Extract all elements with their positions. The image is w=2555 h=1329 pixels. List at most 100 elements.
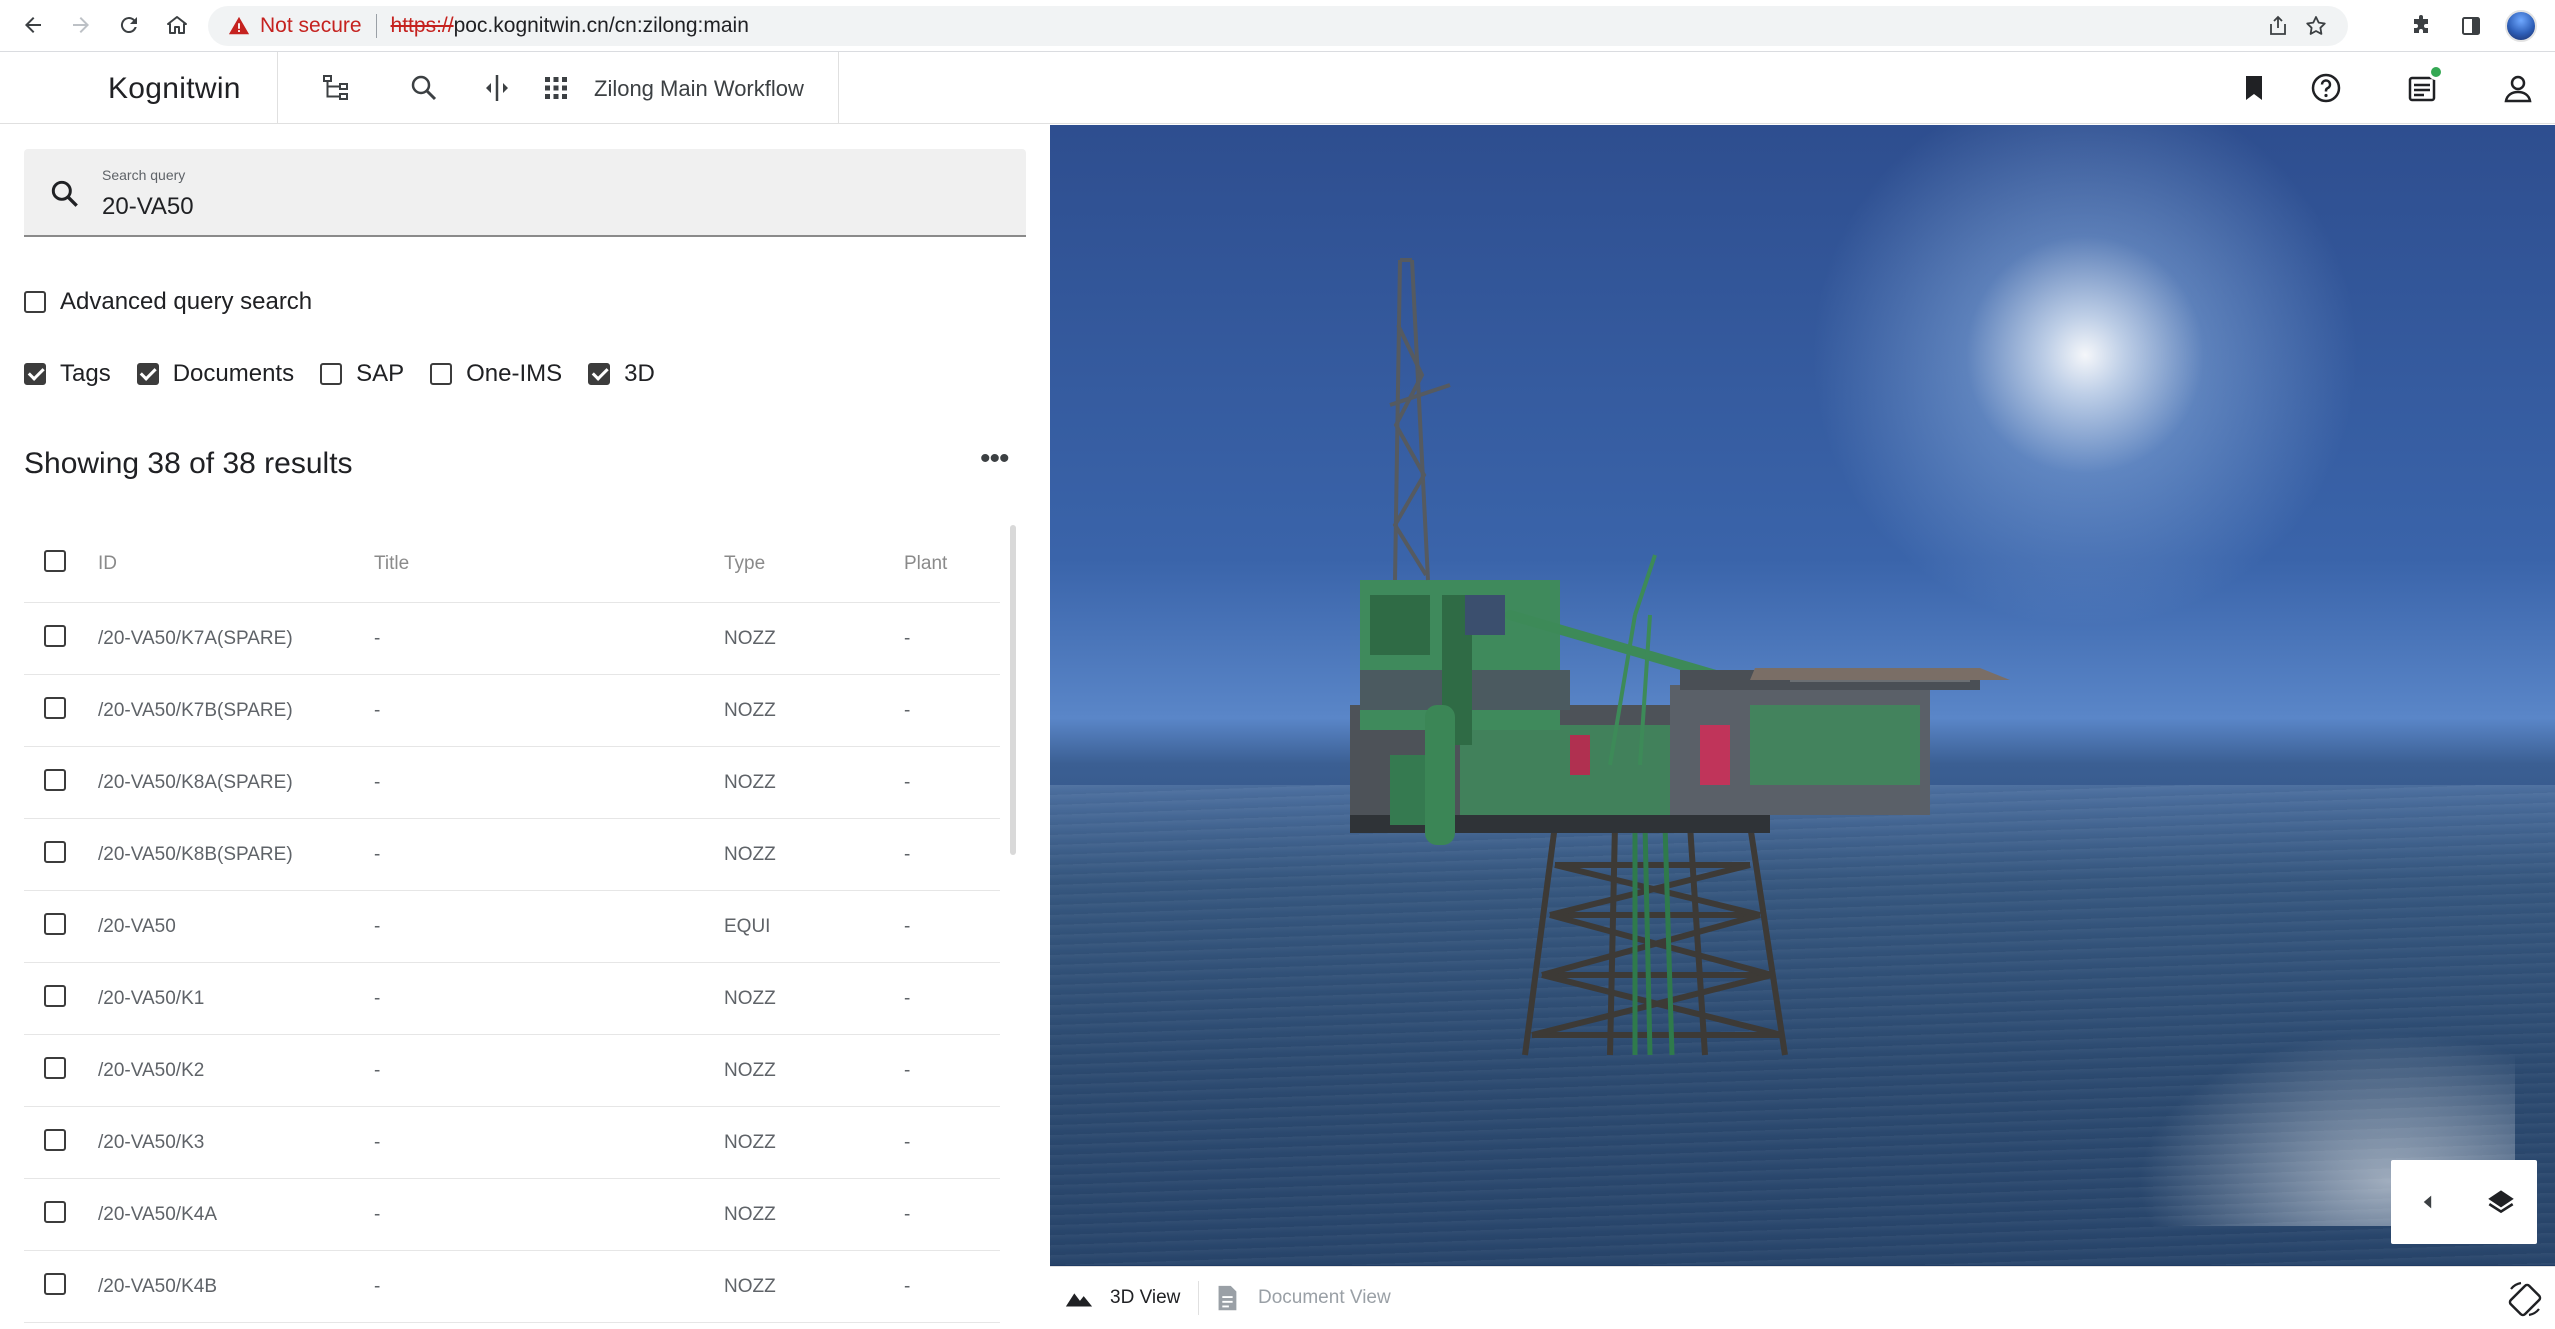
layers-button[interactable] [2464, 1160, 2537, 1244]
url-scheme: https:// [390, 14, 454, 37]
3d-viewport[interactable] [1050, 125, 2555, 1266]
table-row[interactable]: /20-VA50/K1 - NOZZ - [24, 963, 1000, 1035]
row-checkbox[interactable] [44, 1272, 66, 1295]
filter-sap-checkbox[interactable] [320, 363, 343, 385]
user-icon[interactable] [2500, 70, 2536, 106]
rotate-view-icon[interactable] [2505, 1279, 2545, 1319]
cell-type: NOZZ [724, 771, 776, 793]
collapse-panel-button[interactable] [2391, 1160, 2464, 1244]
filter-sap[interactable]: SAP [320, 360, 404, 388]
cell-plant: - [904, 915, 911, 937]
search-field[interactable]: Search query [24, 149, 1026, 237]
header-divider [277, 52, 278, 124]
filter-3d-checkbox[interactable] [588, 363, 611, 385]
cell-plant: - [904, 627, 911, 649]
caret-left-icon [2423, 1195, 2431, 1209]
reload-icon[interactable] [112, 8, 146, 42]
table-scrollbar[interactable] [1010, 525, 1016, 855]
row-checkbox[interactable] [44, 768, 66, 791]
table-row[interactable]: /20-VA50/K7A(SPARE) - NOZZ - [24, 603, 1000, 675]
offshore-platform-model[interactable] [1050, 125, 2555, 1266]
select-all-checkbox[interactable] [44, 549, 66, 572]
app-header: Kognitwin Zilong Main Workflow [0, 52, 2555, 124]
row-checkbox[interactable] [44, 624, 66, 647]
forward-icon[interactable] [64, 8, 98, 42]
warning-icon [228, 16, 250, 35]
table-row[interactable]: /20-VA50 - EQUI - [24, 891, 1000, 963]
url-text: poc.kognitwin.cn/cn:zilong:main [453, 14, 749, 37]
cell-plant: - [904, 1059, 911, 1081]
row-checkbox[interactable] [44, 984, 66, 1007]
filter-documents-checkbox[interactable] [136, 363, 159, 385]
tab-3d-view-label: 3D View [1110, 1287, 1181, 1308]
cell-type: NOZZ [724, 699, 776, 721]
home-icon[interactable] [160, 8, 194, 42]
filter-label: Tags [60, 360, 111, 387]
row-checkbox[interactable] [44, 840, 66, 863]
row-checkbox[interactable] [44, 1056, 66, 1079]
filter-tags-checkbox[interactable] [24, 363, 46, 385]
table-row[interactable]: /20-VA50/K2 - NOZZ - [24, 1035, 1000, 1107]
table-row[interactable]: /20-VA50/K3 - NOZZ - [24, 1107, 1000, 1179]
omnibox-divider [375, 14, 377, 38]
tab-document-view[interactable]: Document View [1212, 1267, 1391, 1329]
cell-title: - [374, 1059, 381, 1081]
table-row[interactable]: /20-VA50/K4B - NOZZ - [24, 1251, 1000, 1323]
split-view-icon[interactable] [479, 70, 515, 106]
column-title[interactable]: Title [374, 553, 724, 575]
cell-id: /20-VA50/K3 [98, 1131, 205, 1153]
back-icon[interactable] [16, 8, 50, 42]
cell-title: - [374, 843, 381, 865]
cell-plant: - [904, 699, 911, 721]
cell-plant: - [904, 1131, 911, 1153]
advanced-query-toggle[interactable]: Advanced query search [24, 288, 312, 316]
bookmark-icon[interactable] [2236, 70, 2272, 106]
share-icon[interactable] [2266, 14, 2290, 38]
filter-one-ims-checkbox[interactable] [430, 363, 453, 385]
filter-documents[interactable]: Documents [136, 360, 294, 388]
hierarchy-icon[interactable] [318, 70, 354, 106]
row-checkbox[interactable] [44, 1200, 66, 1223]
tasks-icon[interactable] [2404, 64, 2444, 106]
side-panel-icon[interactable] [2451, 6, 2491, 46]
more-options-icon[interactable]: ••• [980, 444, 1009, 474]
security-status[interactable]: Not secure [260, 14, 362, 38]
row-checkbox[interactable] [44, 912, 66, 935]
tab-document-view-label: Document View [1258, 1287, 1391, 1308]
cell-title: - [374, 1203, 381, 1225]
profile-avatar[interactable] [2501, 6, 2541, 46]
table-header: ID Title Type Plant [24, 525, 1000, 603]
filter-one-ims[interactable]: One-IMS [430, 360, 562, 388]
bookmark-star-icon[interactable] [2304, 14, 2328, 38]
cell-plant: - [904, 1275, 911, 1297]
search-input[interactable] [102, 191, 982, 223]
cell-id: /20-VA50/K2 [98, 1059, 205, 1081]
cell-id: /20-VA50/K8B(SPARE) [98, 843, 293, 865]
filter-tags[interactable]: Tags [24, 360, 111, 388]
workflow-selector[interactable]: Zilong Main Workflow [594, 76, 804, 102]
app-brand[interactable]: Kognitwin [108, 72, 241, 106]
search-icon[interactable] [406, 70, 442, 106]
apps-grid-icon[interactable] [538, 70, 574, 106]
row-checkbox[interactable] [44, 696, 66, 719]
row-checkbox[interactable] [44, 1128, 66, 1151]
table-row[interactable]: /20-VA50/K4A - NOZZ - [24, 1179, 1000, 1251]
browser-toolbar: Not secure https:// poc.kognitwin.cn/cn:… [0, 0, 2555, 52]
cell-plant: - [904, 843, 911, 865]
table-row[interactable]: /20-VA50/K7B(SPARE) - NOZZ - [24, 675, 1000, 747]
table-row[interactable]: /20-VA50/K8A(SPARE) - NOZZ - [24, 747, 1000, 819]
column-plant[interactable]: Plant [904, 553, 1000, 575]
column-type[interactable]: Type [724, 553, 904, 575]
notification-badge [2428, 64, 2444, 80]
filter-3d[interactable]: 3D [588, 360, 655, 388]
extensions-icon[interactable] [2401, 6, 2441, 46]
terrain-icon [1065, 1293, 1093, 1307]
help-icon[interactable] [2308, 70, 2344, 106]
column-id[interactable]: ID [98, 553, 374, 575]
address-bar[interactable]: Not secure https:// poc.kognitwin.cn/cn:… [208, 6, 2348, 46]
table-row[interactable]: /20-VA50/K8B(SPARE) - NOZZ - [24, 819, 1000, 891]
tab-3d-view[interactable]: 3D View [1064, 1267, 1180, 1329]
results-table: ID Title Type Plant /20-VA50/K7A(SPARE) … [24, 525, 1000, 1323]
cell-id: /20-VA50/K4B [98, 1275, 218, 1297]
advanced-query-checkbox[interactable] [24, 291, 46, 313]
